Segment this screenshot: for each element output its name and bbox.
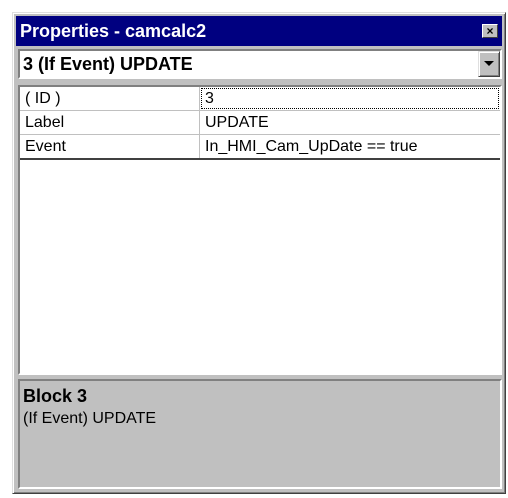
description-title: Block 3 (23, 386, 88, 406)
property-value[interactable]: In_HMI_Cam_UpDate == true (200, 135, 500, 158)
property-value[interactable]: UPDATE (200, 111, 500, 134)
property-grid: ( ID ) 3 Label UPDATE Event In_HMI_Cam_U… (18, 85, 502, 375)
grid-divider (20, 158, 500, 160)
dropdown-button[interactable] (478, 51, 500, 77)
chevron-down-icon (484, 61, 494, 66)
close-button[interactable]: × (482, 24, 498, 38)
property-row-id[interactable]: ( ID ) 3 (20, 87, 500, 111)
description-pane: Block 3 (If Event) UPDATE (18, 379, 502, 489)
object-selector-value: 3 (If Event) UPDATE (23, 54, 193, 74)
property-row-event[interactable]: Event In_HMI_Cam_UpDate == true (20, 135, 500, 159)
object-selector[interactable]: 3 (If Event) UPDATE (18, 49, 502, 79)
properties-window: Properties - camcalc2 × 3 (If Event) UPD… (12, 12, 506, 494)
property-row-label[interactable]: Label UPDATE (20, 111, 500, 135)
property-value[interactable]: 3 (200, 87, 500, 110)
title-bar[interactable]: Properties - camcalc2 × (16, 16, 502, 46)
property-name: ( ID ) (20, 87, 200, 110)
description-text: (If Event) UPDATE (23, 410, 157, 427)
close-icon: × (486, 24, 494, 38)
window-title: Properties - camcalc2 (20, 21, 207, 41)
property-name: Event (20, 135, 200, 158)
property-name: Label (20, 111, 200, 134)
